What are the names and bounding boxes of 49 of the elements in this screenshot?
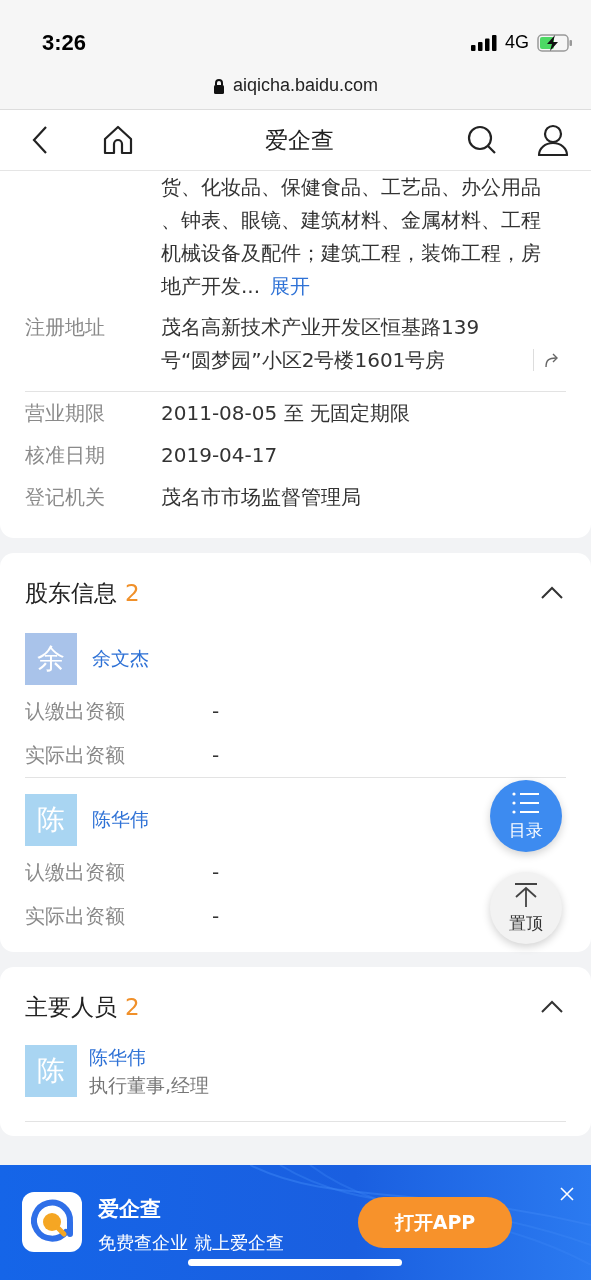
- person-role: 执行董事,经理: [89, 1073, 210, 1098]
- app-name: 爱企查: [98, 1196, 162, 1223]
- field-label: 实际出资额: [25, 903, 126, 930]
- section-title: 主要人员: [25, 992, 117, 1022]
- url-text[interactable]: aiqicha.baidu.com: [232, 75, 379, 96]
- close-icon[interactable]: [559, 1186, 575, 1202]
- field-value: -: [212, 698, 220, 725]
- clock-time: 3:26: [42, 29, 87, 57]
- field-value: -: [212, 742, 220, 769]
- list-icon: [511, 790, 541, 815]
- person-name-link[interactable]: 陈华伟: [92, 807, 149, 833]
- field-value: 茂名市市场监督管理局: [161, 484, 361, 511]
- field-value: 2019-04-17: [161, 442, 278, 469]
- signal-icon: [471, 34, 497, 51]
- field-value: 茂名高新技术产业开发区恒基路139号“圆梦园”小区2号楼1601号房: [161, 314, 481, 374]
- user-icon[interactable]: [537, 124, 569, 156]
- home-icon[interactable]: [102, 124, 134, 156]
- expand-link[interactable]: 展开: [270, 274, 311, 298]
- field-label: 注册地址: [25, 314, 106, 341]
- field-label: 实际出资额: [25, 742, 126, 769]
- person-name-link[interactable]: 陈华伟: [89, 1043, 210, 1071]
- lock-icon: [212, 77, 225, 94]
- curved-arrow-icon[interactable]: [544, 352, 560, 368]
- business-scope-text: 货、化妆品、保健食品、工艺品、办公用品、钟表、眼镜、建筑材料、金属材料、工程机械设备及配件；建筑工程，装饰工程，房地产开发... 展开: [161, 174, 542, 300]
- chevron-up-icon[interactable]: [540, 1000, 564, 1014]
- battery-charging-icon: [537, 33, 573, 52]
- field-label: 营业期限: [25, 400, 106, 427]
- count-number: 2: [125, 580, 140, 606]
- app-slogan: 免费查企业 就上爱企查: [98, 1231, 284, 1255]
- field-value: -: [212, 903, 220, 930]
- page-title: 爱企查: [265, 125, 334, 155]
- app-logo-icon: [22, 1192, 82, 1252]
- search-icon[interactable]: [467, 125, 497, 155]
- count-number: 2: [125, 994, 140, 1020]
- field-label: 核准日期: [25, 442, 106, 469]
- field-label: 登记机关: [25, 484, 106, 511]
- section-title: 股东信息: [25, 578, 117, 608]
- avatar: 余: [25, 633, 77, 685]
- field-value: 2011-08-05 至 无固定期限: [161, 400, 410, 427]
- back-icon[interactable]: [30, 124, 50, 156]
- network-label: 4G: [505, 32, 529, 53]
- chevron-up-icon[interactable]: [540, 586, 564, 600]
- arrow-up-icon: [513, 881, 539, 908]
- field-label: 认缴出资额: [25, 859, 126, 886]
- person-name-link[interactable]: 余文杰: [92, 646, 149, 672]
- field-value: -: [212, 859, 220, 886]
- field-label: 认缴出资额: [25, 698, 126, 725]
- avatar: 陈: [25, 1045, 77, 1097]
- avatar: 陈: [25, 794, 77, 846]
